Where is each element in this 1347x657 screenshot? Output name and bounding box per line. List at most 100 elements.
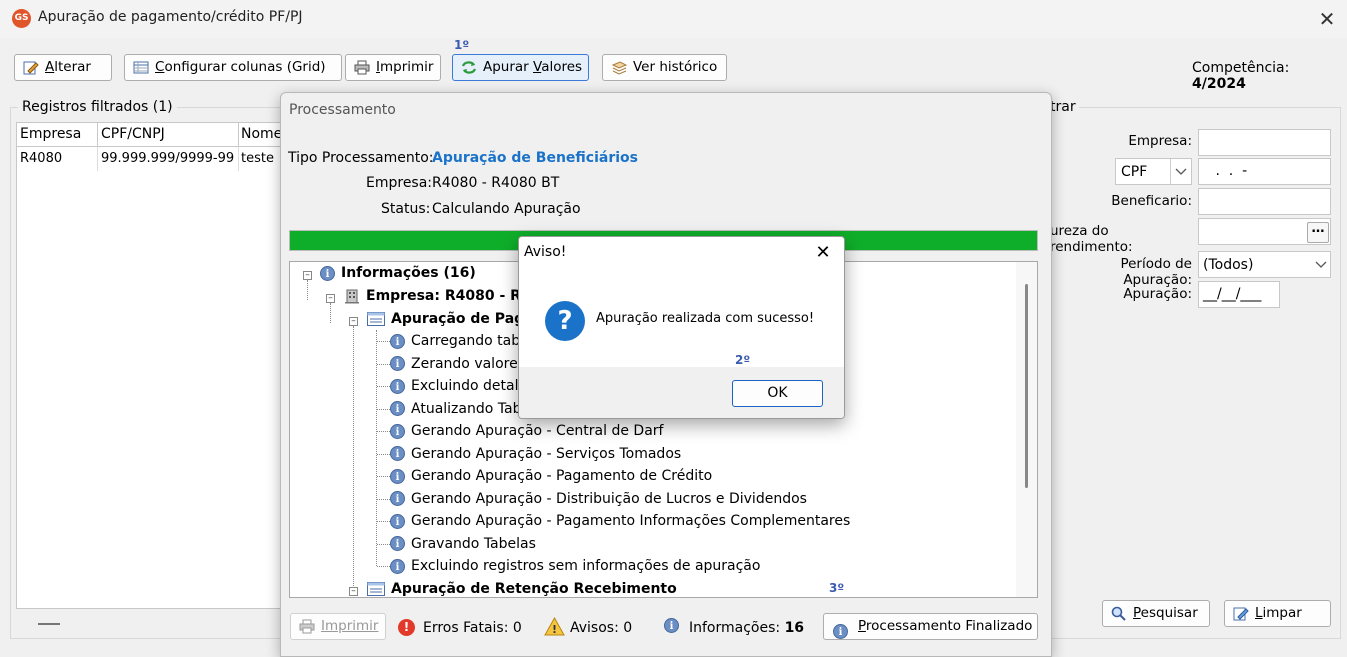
ver-historico-button[interactable]: Ver histórico [602, 54, 727, 81]
col-cpf-cnpj[interactable]: CPF/CNPJ [101, 126, 165, 142]
tree-item-label: Carregando tab [411, 333, 521, 349]
registros-grid[interactable]: Empresa CPF/CNPJ Nome R4080 99.999.999/9… [16, 122, 282, 609]
tree-empresa-label: Empresa: R4080 - R40 [366, 288, 541, 304]
avisos: Avisos: 0 [570, 620, 633, 636]
configurar-label: Configurar colunas (Grid) [155, 59, 326, 75]
filtros-title: trar [1050, 99, 1079, 115]
dialog-title: Aviso! [524, 244, 567, 260]
tree-item[interactable]: i Gerando Apuração - Pagamento Informaçõe… [390, 510, 850, 532]
info-footer: i [664, 618, 685, 633]
competencia: Competência: 4/2024 [1192, 60, 1347, 92]
dialog-close-button[interactable]: ✕ [811, 241, 835, 265]
imprimir-button[interactable]: Imprimir [345, 54, 441, 81]
tree-item-label: Zerando valores [411, 355, 525, 372]
info-icon: i [390, 423, 405, 439]
tree-item[interactable]: i Zerando valores [390, 353, 525, 375]
tree-item[interactable]: i Excluindo registros sem informações de … [390, 555, 760, 577]
empresa-proc-value: R4080 - R4080 BT [432, 175, 560, 191]
tree-item[interactable]: i Atualizando Tab [390, 398, 521, 420]
tipo-value: Apuração de Beneficiários [432, 150, 639, 166]
title-bar: GS Apuração de pagamento/crédito PF/PJ ✕ [0, 0, 1347, 38]
info-icon: i [390, 513, 405, 529]
search-icon [1111, 606, 1126, 621]
proc-imprimir-label: Imprimir [321, 618, 379, 634]
configurar-colunas-button[interactable]: Configurar colunas (Grid) [124, 54, 342, 81]
apuracao-date-input[interactable]: __/__/___ [1198, 281, 1280, 308]
app-logo-icon: GS [12, 9, 31, 28]
pesquisar-label: Pesquisar [1133, 605, 1198, 621]
step3-marker: 3º [829, 581, 845, 595]
tree-item[interactable]: i Gerando Apuração - Serviços Tomados [390, 443, 681, 465]
apurar-valores-button[interactable]: Apurar Valores [452, 54, 589, 81]
empresa-label: Empresa: [1128, 133, 1192, 149]
ellipsis-button[interactable]: … [1307, 222, 1329, 243]
tree-item-label: Gerando Apuração - Distribuição de Lucro… [411, 490, 807, 507]
building-icon [345, 289, 359, 304]
doc-input[interactable]: . . - [1198, 158, 1331, 185]
limpar-button[interactable]: Limpar [1224, 600, 1331, 627]
tree-expander[interactable]: – [349, 587, 358, 596]
cell-cpf-cnpj: 99.999.999/9999-99 [101, 151, 235, 166]
informacoes: Informações: 16 [689, 620, 804, 636]
clear-edit-icon [1233, 607, 1249, 621]
tree-apuracao-pagamento[interactable]: Apuração de Pagar [367, 308, 541, 330]
status-value: Calculando Apuração [432, 201, 581, 217]
col-nome[interactable]: Nome [241, 126, 282, 142]
doc-type-select[interactable]: CPF [1115, 158, 1192, 185]
cell-nome: teste [241, 151, 274, 166]
proc-imprimir-button[interactable]: Imprimir [290, 613, 386, 640]
natureza-input[interactable]: … [1198, 218, 1331, 245]
tree-apuracao-retencao[interactable]: Apuração de Retenção Recebimento [367, 578, 677, 597]
apuracao-label: Apuração: [1123, 286, 1192, 302]
filtros-group [1050, 107, 1341, 639]
tipo-label: Tipo Processamento: [288, 150, 434, 166]
tree-empresa[interactable]: Empresa: R4080 - R40 [344, 285, 540, 307]
edit-icon [23, 61, 39, 75]
alterar-button[interactable]: Alterar [14, 54, 112, 81]
close-window-button[interactable]: ✕ [1314, 6, 1340, 32]
tree-expander[interactable]: – [349, 317, 358, 326]
tree-item[interactable]: i Gerando Apuração - Distribuição de Lucr… [390, 488, 807, 510]
tree-expander[interactable]: – [326, 294, 335, 303]
tree-item[interactable]: i Carregando tab [390, 330, 520, 352]
imprimir-label: Imprimir [376, 59, 434, 75]
pesquisar-button[interactable]: Pesquisar [1102, 600, 1210, 627]
tree-retencao-label: Apuração de Retenção Recebimento [391, 581, 677, 597]
tree-item-label: Gerando Apuração - Pagamento Informações… [411, 513, 851, 529]
col-empresa[interactable]: Empresa [20, 126, 81, 142]
empresa-input[interactable] [1198, 129, 1331, 156]
info-icon: i [390, 333, 405, 349]
tree-expander[interactable]: – [303, 271, 312, 280]
chevron-down-icon [1315, 261, 1327, 268]
tree-item[interactable]: i Gerando Apuração - Pagamento de Crédito [390, 465, 712, 487]
aviso-dialog: Aviso! ✕ ? Apuração realizada com sucess… [518, 236, 845, 419]
scrollbar-h-thumb[interactable] [38, 623, 60, 625]
printer-icon [299, 619, 315, 634]
ok-button[interactable]: OK [732, 380, 823, 407]
tree-root-label: Informações (16) [341, 265, 476, 281]
table-row[interactable]: R4080 99.999.999/9999-99 teste [17, 147, 281, 171]
history-icon [611, 61, 627, 75]
tree-scrollbar[interactable] [1016, 262, 1037, 597]
doc-type-value: CPF [1121, 164, 1148, 180]
informacoes-value: 16 [784, 620, 805, 636]
beneficiario-input[interactable] [1198, 188, 1331, 215]
finalizado-label: Processamento Finalizado [858, 618, 1033, 634]
periodo-select[interactable]: (Todos) [1198, 251, 1331, 278]
processamento-finalizado-button[interactable]: i Processamento Finalizado [823, 613, 1038, 640]
tree-item-label: Gerando Apuração - Central de Darf [411, 423, 664, 439]
tree-item-label: Gravando Tabelas [411, 535, 536, 552]
tree-item[interactable]: i Gerando Apuração - Central de Darf [390, 420, 663, 442]
info-icon: i [664, 618, 679, 633]
step2-marker: 2º [735, 353, 751, 367]
tree-scrollbar-thumb[interactable] [1025, 284, 1028, 488]
competencia-label: Competência: [1192, 60, 1290, 76]
competencia-value: 4/2024 [1192, 76, 1246, 92]
tree-item[interactable]: i Excluindo detal [390, 375, 518, 397]
processamento-title: Processamento [289, 102, 396, 118]
tree-item-label: Gerando Apuração - Pagamento de Crédito [411, 468, 713, 484]
tree-root[interactable]: i Informações (16) [320, 262, 476, 284]
tree-item[interactable]: i Gravando Tabelas [390, 533, 536, 555]
question-icon: ? [545, 301, 585, 341]
grid-header: Empresa CPF/CNPJ Nome [17, 123, 282, 147]
